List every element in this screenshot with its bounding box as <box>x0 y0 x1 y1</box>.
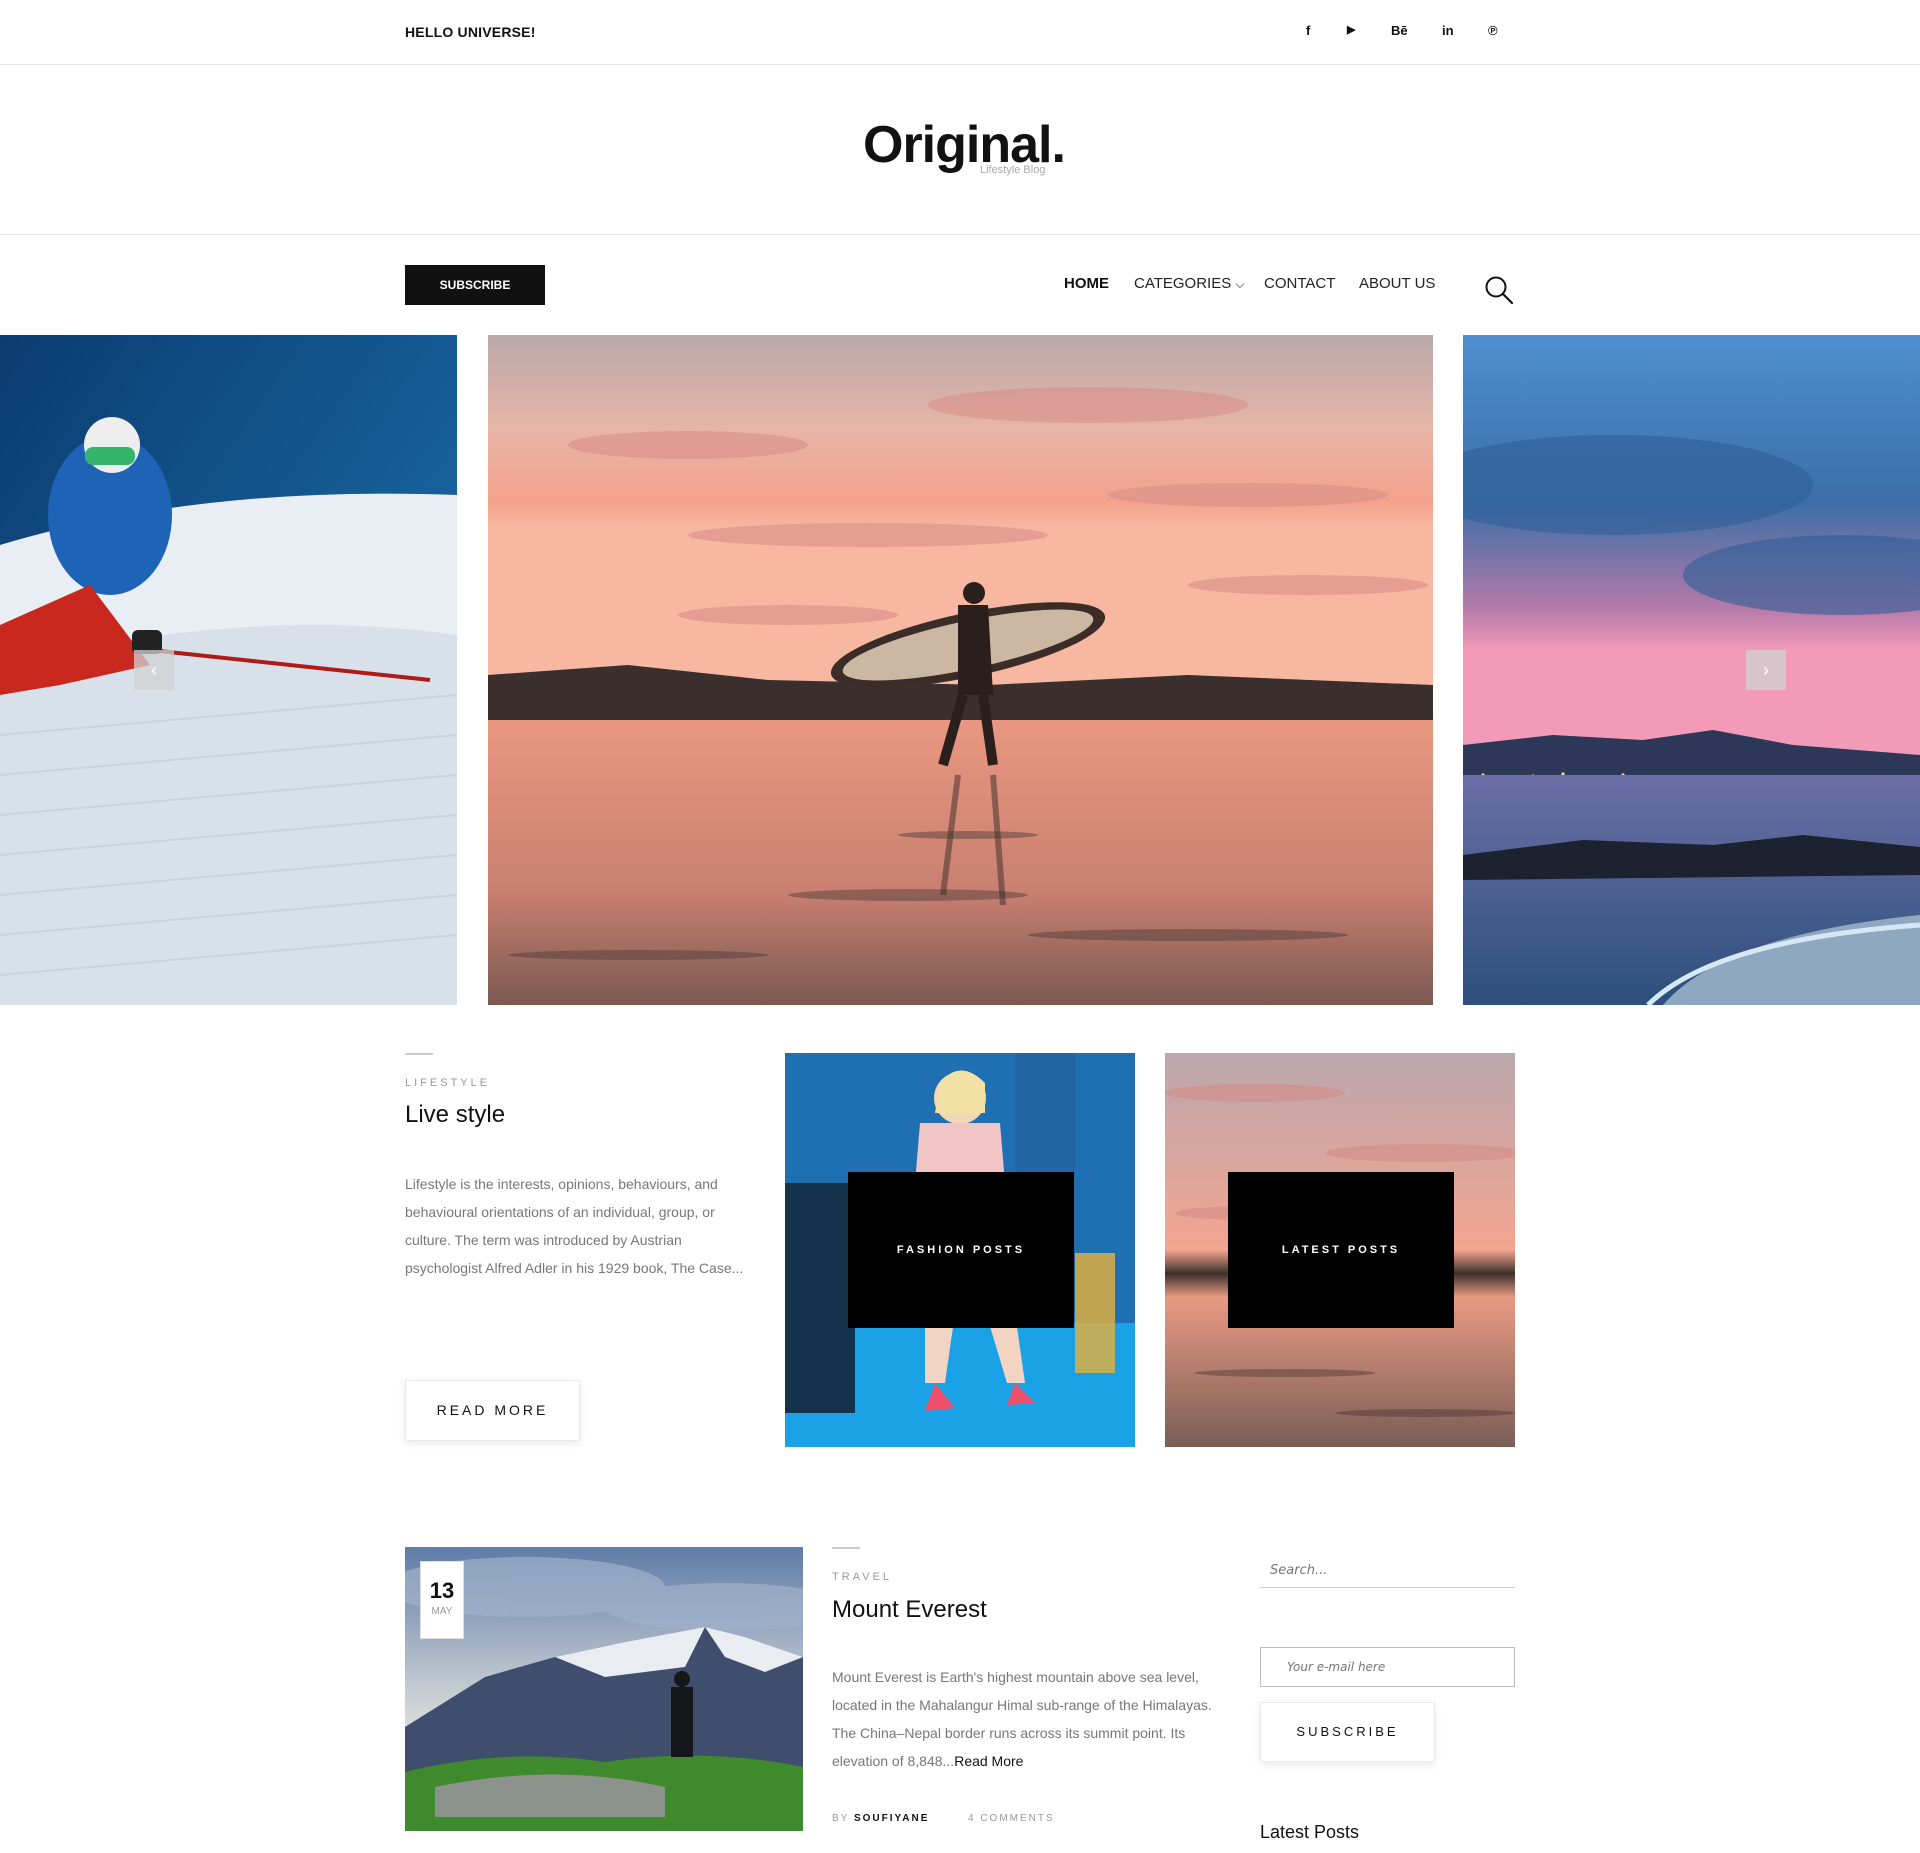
read-more-link[interactable]: Read More <box>954 1753 1023 1769</box>
behance-icon[interactable]: Bē <box>1391 23 1408 38</box>
facebook-icon[interactable]: f <box>1306 23 1310 38</box>
header-logo-area: Original. Lifestyle Blog <box>0 65 1920 235</box>
fashion-posts-card[interactable]: FASHION POSTS <box>785 1053 1135 1447</box>
youtube-icon[interactable]: ▶ <box>1347 23 1355 36</box>
sidebar-search-input[interactable] <box>1260 1553 1515 1588</box>
chevron-down-icon: ⌵ <box>1235 277 1245 291</box>
latest-posts-label: LATEST POSTS <box>1228 1172 1454 1328</box>
post-author-by: BY <box>832 1813 850 1824</box>
post-author[interactable]: SOUFIYANE <box>854 1813 929 1824</box>
slider-prev-arrow[interactable]: ‹ <box>134 650 174 690</box>
greeting-text: HELLO UNIVERSE! <box>405 24 536 40</box>
travel-divider <box>832 1547 860 1549</box>
post-author-meta: BY SOUFIYANE <box>832 1813 929 1824</box>
nav-contact[interactable]: CONTACT <box>1264 275 1335 292</box>
search-icon[interactable] <box>1484 275 1514 305</box>
read-more-button[interactable]: READ MORE <box>405 1380 580 1441</box>
newsletter-email-field[interactable] <box>1260 1647 1515 1687</box>
post-image-mountain[interactable] <box>405 1547 803 1831</box>
latest-posts-card[interactable]: LATEST POSTS <box>1165 1053 1515 1447</box>
nav-categories[interactable]: CATEGORIES ⌵ <box>1134 275 1245 292</box>
pinterest-icon[interactable]: ℗ <box>1488 23 1498 38</box>
slide-skier-image[interactable] <box>0 335 457 1005</box>
post-excerpt: Lifestyle is the interests, opinions, be… <box>405 1176 744 1276</box>
post-category[interactable]: LIFESTYLE <box>405 1077 490 1089</box>
nav-home[interactable]: HOME <box>1064 275 1109 292</box>
post-comments[interactable]: 4 COMMENTS <box>968 1813 1055 1824</box>
post-category-travel[interactable]: TRAVEL <box>832 1571 892 1583</box>
post-date-month: MAY <box>431 1606 453 1617</box>
nav-about-us[interactable]: ABOUT US <box>1359 275 1435 292</box>
fashion-posts-label: FASHION POSTS <box>848 1172 1074 1328</box>
slide-coast-image[interactable] <box>1463 335 1920 1005</box>
post-excerpt-everest: Mount Everest is Earth's highest mountai… <box>832 1663 1232 1775</box>
newsletter-subscribe-button[interactable]: SUBSCRIBE <box>1260 1702 1435 1762</box>
top-bar: HELLO UNIVERSE! f ▶ Bē in ℗ <box>0 0 1920 65</box>
subscribe-button[interactable]: SUBSCRIBE <box>405 265 545 305</box>
linkedin-icon[interactable]: in <box>1442 23 1454 38</box>
slider-next-arrow[interactable]: › <box>1746 650 1786 690</box>
post-date-day: 13 <box>429 1578 455 1603</box>
site-tagline: Lifestyle Blog <box>980 164 1046 176</box>
latest-posts-heading: Latest Posts <box>1260 1822 1360 1842</box>
post-date-badge: 13 MAY <box>420 1561 464 1639</box>
category-divider <box>405 1053 433 1055</box>
post-title-mount-everest[interactable]: Mount Everest <box>832 1596 987 1624</box>
nav-categories-label: CATEGORIES <box>1134 275 1232 292</box>
post-title[interactable]: Live style <box>405 1101 505 1129</box>
slide-surfer-image[interactable] <box>488 335 1433 1005</box>
